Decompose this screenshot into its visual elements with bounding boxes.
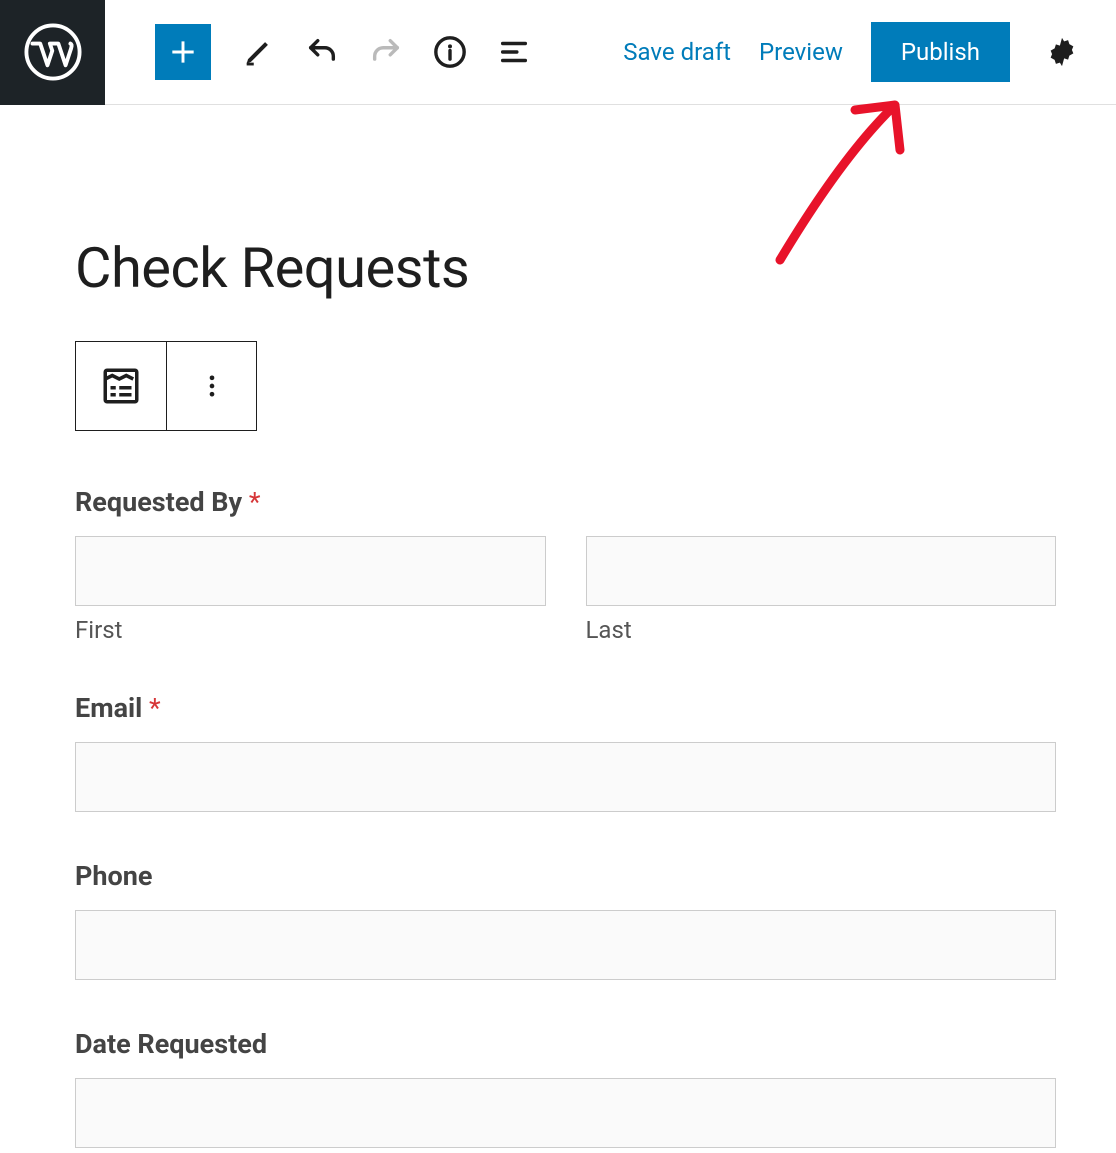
settings-button[interactable] bbox=[1038, 28, 1086, 76]
date-requested-field: Date Requested bbox=[75, 1028, 1056, 1148]
undo-button[interactable] bbox=[291, 21, 353, 83]
editor-content: Check Requests Requested By * First bbox=[0, 105, 1116, 1148]
pencil-icon bbox=[241, 35, 275, 69]
redo-icon bbox=[369, 35, 403, 69]
gear-icon bbox=[1045, 35, 1079, 69]
info-icon bbox=[433, 35, 467, 69]
redo-button[interactable] bbox=[355, 21, 417, 83]
email-field: Email * bbox=[75, 692, 1056, 812]
requested-by-label: Requested By * bbox=[75, 486, 1056, 518]
requested-by-field: Requested By * First Last bbox=[75, 486, 1056, 644]
form-preview: Requested By * First Last Email * Phone … bbox=[75, 486, 1056, 1148]
publish-button[interactable]: Publish bbox=[871, 22, 1010, 82]
editor-toolbar: Save draft Preview Publish bbox=[0, 0, 1116, 105]
block-more-button[interactable] bbox=[166, 342, 256, 430]
required-indicator: * bbox=[249, 486, 261, 518]
form-block-icon bbox=[100, 365, 142, 407]
email-label: Email * bbox=[75, 692, 1056, 724]
block-type-button[interactable] bbox=[76, 342, 166, 430]
phone-label: Phone bbox=[75, 860, 1056, 892]
email-input[interactable] bbox=[75, 742, 1056, 812]
info-button[interactable] bbox=[419, 21, 481, 83]
required-indicator: * bbox=[149, 692, 161, 724]
undo-icon bbox=[305, 35, 339, 69]
page-title[interactable]: Check Requests bbox=[75, 235, 1056, 301]
last-name-input[interactable] bbox=[586, 536, 1057, 606]
first-name-sublabel: First bbox=[75, 616, 546, 644]
block-toolbar bbox=[75, 341, 257, 431]
first-name-input[interactable] bbox=[75, 536, 546, 606]
wordpress-logo[interactable] bbox=[0, 0, 105, 105]
edit-mode-button[interactable] bbox=[227, 21, 289, 83]
add-block-button[interactable] bbox=[155, 24, 211, 80]
list-view-icon bbox=[497, 35, 531, 69]
phone-input[interactable] bbox=[75, 910, 1056, 980]
date-requested-input[interactable] bbox=[75, 1078, 1056, 1148]
more-vertical-icon bbox=[198, 372, 226, 400]
toolbar-actions: Save draft Preview Publish bbox=[623, 22, 1116, 82]
save-draft-button[interactable]: Save draft bbox=[623, 38, 731, 66]
preview-button[interactable]: Preview bbox=[759, 38, 843, 66]
wordpress-icon bbox=[24, 23, 82, 81]
plus-icon bbox=[167, 36, 199, 68]
date-requested-label: Date Requested bbox=[75, 1028, 1056, 1060]
outline-button[interactable] bbox=[483, 21, 545, 83]
toolbar-tools bbox=[105, 21, 545, 83]
phone-field: Phone bbox=[75, 860, 1056, 980]
last-name-sublabel: Last bbox=[586, 616, 1057, 644]
